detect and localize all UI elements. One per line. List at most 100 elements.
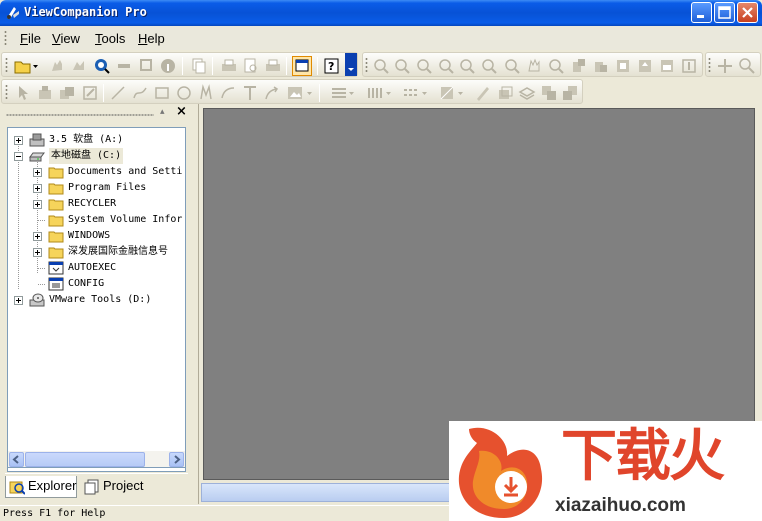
print-icon[interactable] bbox=[220, 57, 238, 75]
pin-icon[interactable]: ▴ bbox=[160, 107, 165, 117]
arrow-icon[interactable] bbox=[263, 84, 281, 102]
toolbar-grip[interactable] bbox=[708, 57, 711, 74]
flip-icon[interactable] bbox=[614, 57, 632, 75]
menu-grip[interactable] bbox=[4, 30, 7, 46]
zoom-out-icon[interactable] bbox=[372, 57, 390, 75]
expand-icon[interactable] bbox=[14, 136, 23, 145]
fill-dropdown-icon[interactable] bbox=[457, 84, 465, 102]
tree-item-local-disk[interactable]: 本地磁盘 (C:) bbox=[8, 148, 185, 164]
line-icon[interactable] bbox=[109, 84, 127, 102]
mirror-icon[interactable] bbox=[636, 57, 654, 75]
dash-dropdown-icon[interactable] bbox=[421, 84, 429, 102]
menu-file[interactable]: File bbox=[20, 31, 41, 46]
rotate-right-icon[interactable] bbox=[592, 57, 610, 75]
polyline-icon[interactable] bbox=[197, 84, 215, 102]
close-pane-icon[interactable]: × bbox=[176, 104, 187, 119]
rotate-left-icon[interactable] bbox=[570, 57, 588, 75]
line-style-icon[interactable] bbox=[366, 84, 384, 102]
circle-icon[interactable] bbox=[175, 84, 193, 102]
page-2-icon[interactable] bbox=[680, 57, 698, 75]
layers-icon[interactable] bbox=[138, 57, 156, 75]
print-preview-icon[interactable] bbox=[242, 57, 260, 75]
bring-front-icon[interactable] bbox=[540, 84, 558, 102]
folder-tree[interactable]: 3.5 软盘 (A:) 本地磁盘 (C:) Documents and Sett… bbox=[7, 127, 186, 472]
image-icon[interactable] bbox=[286, 84, 304, 102]
send-back-icon[interactable] bbox=[561, 84, 579, 102]
tree-item-file[interactable]: CONFIG bbox=[8, 276, 185, 292]
toolbar-grip[interactable] bbox=[5, 84, 8, 101]
freehand-icon[interactable] bbox=[131, 84, 149, 102]
scroll-right-button[interactable] bbox=[169, 452, 184, 467]
zoom-fit-icon[interactable] bbox=[437, 57, 455, 75]
copy-icon[interactable] bbox=[190, 57, 208, 75]
find-icon[interactable] bbox=[738, 57, 756, 75]
tree-item-floppy[interactable]: 3.5 软盘 (A:) bbox=[8, 132, 185, 148]
expand-icon[interactable] bbox=[33, 248, 42, 257]
dash-style-icon[interactable] bbox=[402, 84, 420, 102]
help-icon[interactable]: ? bbox=[323, 57, 341, 75]
zoom-height-icon[interactable] bbox=[480, 57, 498, 75]
horizontal-scrollbar[interactable] bbox=[7, 451, 186, 468]
markup-edit-icon[interactable] bbox=[81, 84, 99, 102]
tab-project[interactable]: Project bbox=[81, 476, 151, 498]
tree-item-folder[interactable]: Program Files bbox=[8, 180, 185, 196]
collapse-icon[interactable] bbox=[14, 152, 23, 161]
line-weight-dropdown-icon[interactable] bbox=[348, 84, 356, 102]
menu-view[interactable]: View bbox=[52, 31, 80, 46]
zoom-100-icon[interactable] bbox=[415, 57, 433, 75]
line-weight-icon[interactable] bbox=[330, 84, 348, 102]
tree-item-cd-drive[interactable]: VMware Tools (D:) bbox=[8, 292, 185, 308]
select-arrow-icon[interactable] bbox=[14, 84, 32, 102]
menu-tools[interactable]: Tools bbox=[95, 31, 125, 46]
hand-tool-icon[interactable] bbox=[48, 57, 66, 75]
line-style-dropdown-icon[interactable] bbox=[385, 84, 393, 102]
tree-item-file[interactable]: AUTOEXEC bbox=[8, 260, 185, 276]
move-icon[interactable] bbox=[716, 57, 734, 75]
expand-icon[interactable] bbox=[33, 200, 42, 209]
expand-icon[interactable] bbox=[33, 168, 42, 177]
tree-item-folder[interactable]: WINDOWS bbox=[8, 228, 185, 244]
zoom-window-icon[interactable] bbox=[503, 57, 521, 75]
markup-group-icon[interactable] bbox=[58, 84, 76, 102]
print-setup-icon[interactable] bbox=[264, 57, 282, 75]
hand-select-icon[interactable] bbox=[70, 57, 88, 75]
expand-icon[interactable] bbox=[33, 184, 42, 193]
tab-explorer[interactable]: Explorer bbox=[5, 476, 77, 498]
close-button[interactable] bbox=[737, 2, 758, 23]
zoom-in-icon[interactable] bbox=[393, 57, 411, 75]
text-icon[interactable] bbox=[241, 84, 259, 102]
zoom-width-icon[interactable] bbox=[458, 57, 476, 75]
toolbar-overflow-button[interactable] bbox=[345, 53, 357, 76]
scroll-left-button[interactable] bbox=[9, 452, 24, 467]
tree-item-folder[interactable]: 深发展国际金融信息号 bbox=[8, 244, 185, 260]
tree-item-folder[interactable]: System Volume Infor bbox=[8, 212, 185, 228]
link-icon[interactable] bbox=[115, 57, 133, 75]
expand-icon[interactable] bbox=[33, 232, 42, 241]
rectangle-icon[interactable] bbox=[153, 84, 171, 102]
zoom-area-icon[interactable] bbox=[547, 57, 565, 75]
pen-icon[interactable] bbox=[474, 84, 492, 102]
toolbar-grip[interactable] bbox=[365, 57, 368, 74]
fill-icon[interactable] bbox=[438, 84, 456, 102]
open-dropdown-icon[interactable] bbox=[32, 57, 40, 75]
search-icon[interactable] bbox=[93, 57, 111, 75]
maximize-button[interactable] bbox=[714, 2, 735, 23]
layer-icon[interactable] bbox=[496, 84, 514, 102]
menu-help[interactable]: Help bbox=[138, 31, 165, 46]
tree-item-folder[interactable]: Documents and Setti bbox=[8, 164, 185, 180]
scroll-thumb[interactable] bbox=[25, 452, 145, 467]
minimize-button[interactable] bbox=[691, 2, 712, 23]
pane-gripper[interactable] bbox=[6, 114, 154, 116]
info-icon[interactable] bbox=[159, 57, 177, 75]
toolbar-grip[interactable] bbox=[5, 57, 8, 74]
expand-icon[interactable] bbox=[14, 296, 23, 305]
pan-icon[interactable] bbox=[525, 57, 543, 75]
markup-stamp-icon[interactable] bbox=[36, 84, 54, 102]
tree-item-folder[interactable]: RECYCLER bbox=[8, 196, 185, 212]
arc-icon[interactable] bbox=[219, 84, 237, 102]
open-folder-icon[interactable] bbox=[14, 57, 32, 75]
page-icon[interactable] bbox=[658, 57, 676, 75]
window-icon[interactable] bbox=[292, 56, 312, 76]
image-dropdown-icon[interactable] bbox=[306, 84, 314, 102]
stack-icon[interactable] bbox=[518, 84, 536, 102]
